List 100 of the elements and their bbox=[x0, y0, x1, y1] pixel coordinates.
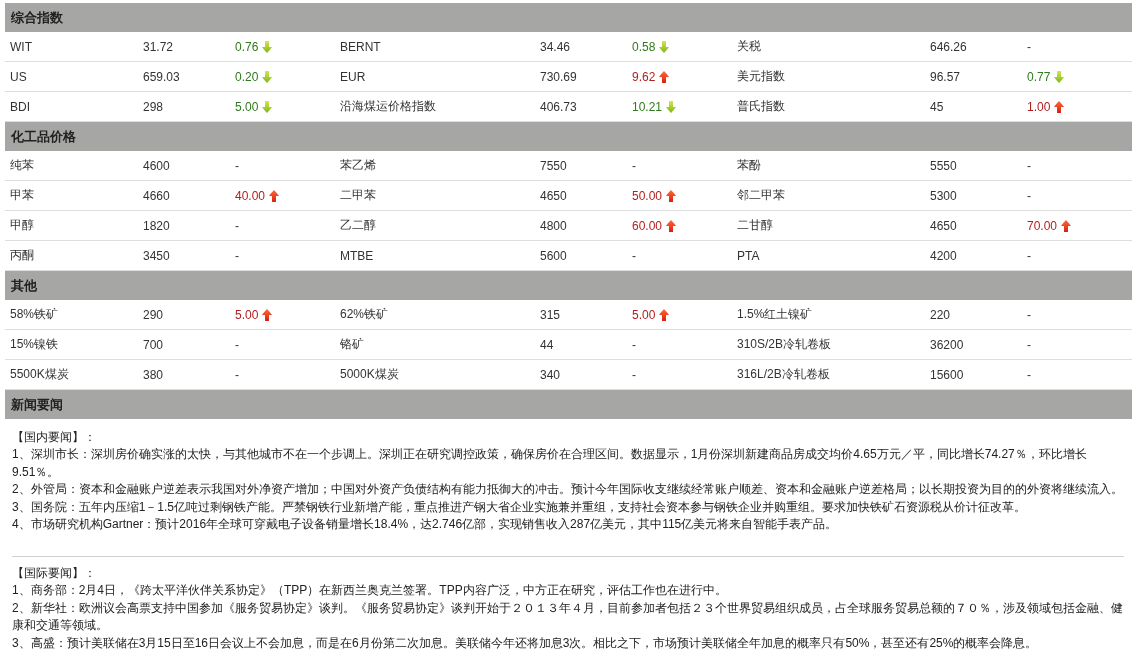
price-value: 36200 bbox=[930, 337, 964, 352]
item-name: 5500K煤炭 bbox=[10, 366, 69, 383]
item-name: US bbox=[10, 69, 27, 84]
item-name: 62%铁矿 bbox=[340, 306, 389, 323]
item-name: 5000K煤炭 bbox=[340, 366, 399, 383]
item-name: PTA bbox=[737, 248, 760, 263]
item-name: 苯乙烯 bbox=[340, 157, 376, 174]
price-value: 700 bbox=[143, 337, 164, 352]
item-name: BERNT bbox=[340, 39, 381, 54]
price-value: 5600 bbox=[540, 248, 567, 263]
news-item: 2、外管局：资本和金融账户逆差表示我国对外净资产增加；中国对外资产负债结构有能力抵御大的冲击。预计今年国际收支继续经常账户顺差、资本和金融账户逆差格局；以长期投资为目的的外资将继续流入。 bbox=[12, 481, 1124, 498]
change-value: 0.58 bbox=[632, 39, 656, 54]
item-name: 普氏指数 bbox=[737, 98, 785, 115]
price-value: 5550 bbox=[930, 158, 957, 173]
price-value: 315 bbox=[540, 307, 561, 322]
change-value: - bbox=[632, 248, 636, 263]
price-value: 31.72 bbox=[143, 39, 174, 54]
item-name: 甲苯 bbox=[10, 187, 34, 204]
change-value: 0.20 bbox=[235, 69, 259, 84]
item-name: BDI bbox=[10, 99, 30, 114]
change-value: - bbox=[235, 337, 239, 352]
item-name: 乙二醇 bbox=[340, 217, 376, 234]
news-item: 3、国务院：五年内压缩1－1.5亿吨过剩钢铁产能。严禁钢铁行业新增产能，重点推进产钢大省企业实施兼并重组，支持社会资本参与钢铁企业并购重组。要求加快铁矿石资源税从价计征改革。 bbox=[12, 498, 1028, 516]
price-value: 659.03 bbox=[143, 69, 180, 84]
change-value: - bbox=[632, 158, 636, 173]
price-value: 290 bbox=[143, 307, 164, 322]
item-name: 1.5%红土镍矿 bbox=[737, 306, 813, 323]
price-value: 340 bbox=[540, 367, 561, 382]
change-value: - bbox=[235, 218, 239, 233]
change-value: - bbox=[1027, 188, 1031, 203]
news-item: 3、高盛：预计美联储在3月15日至16日会议上不会加息，而是在6月份第二次加息。美联储今年还将加息3次。相比之下，市场预计美联储全年加息的概率只有50%，甚至还有25%的概率会降息。 bbox=[12, 634, 1039, 652]
section-header: 新闻要闻 bbox=[5, 390, 1132, 419]
item-name: 15%镍铁 bbox=[10, 336, 59, 353]
news-item: 4、市场研究机构Gartner：预计2016年全球可穿戴电子设备销量增长18.4%，达2.746亿部，实现销售收入287亿美元，其中115亿美元将来自智能手表产品。 bbox=[12, 516, 839, 533]
price-value: 4660 bbox=[143, 188, 170, 203]
change-value: - bbox=[1027, 307, 1031, 322]
item-name: 310S/2B冷轧卷板 bbox=[737, 336, 832, 353]
change-value: 70.00 bbox=[1027, 218, 1058, 233]
change-value: 10.21 bbox=[632, 99, 663, 114]
item-name: 关税 bbox=[737, 38, 761, 55]
change-value: - bbox=[1027, 158, 1031, 173]
news-heading: 【国内要闻】： bbox=[12, 428, 97, 446]
price-value: 15600 bbox=[930, 367, 964, 382]
change-value: - bbox=[235, 248, 239, 263]
item-name: 铬矿 bbox=[340, 336, 364, 353]
item-name: 二甘醇 bbox=[737, 217, 773, 234]
price-value: 646.26 bbox=[930, 39, 967, 54]
change-value: 5.00 bbox=[632, 307, 656, 322]
item-name: 58%铁矿 bbox=[10, 306, 59, 323]
change-value: 9.62 bbox=[632, 69, 656, 84]
change-value: 40.00 bbox=[235, 188, 266, 203]
change-value: 0.77 bbox=[1027, 69, 1051, 84]
item-name: 苯酚 bbox=[737, 157, 761, 174]
section-header: 综合指数 bbox=[5, 3, 1132, 32]
news-item: 1、深圳市长：深圳房价确实涨的太快，与其他城市不在一个步调上。深圳正在研究调控政策，确保房价在合理区间。数据显示，1月份深圳新建商品房成交均价4.65万元／平，同比增长74.27％，环比增长9.51％。 bbox=[12, 446, 1088, 481]
item-name: 纯苯 bbox=[10, 157, 34, 174]
change-value: 5.00 bbox=[235, 99, 259, 114]
news-item: 1、商务部：2月4日，《跨太平洋伙伴关系协定》（TPP）在新西兰奥克兰签署。TPP内容广泛，中方正在研究，评估工作也在进行中。 bbox=[12, 582, 728, 599]
price-value: 1820 bbox=[143, 218, 170, 233]
price-value: 380 bbox=[143, 367, 164, 382]
change-value: - bbox=[632, 337, 636, 352]
change-value: 1.00 bbox=[1027, 99, 1051, 114]
price-value: 7550 bbox=[540, 158, 567, 173]
price-value: 44 bbox=[540, 337, 554, 352]
price-value: 4800 bbox=[540, 218, 567, 233]
change-value: 60.00 bbox=[632, 218, 663, 233]
item-name: 甲醇 bbox=[10, 217, 34, 234]
item-name: EUR bbox=[340, 69, 366, 84]
price-value: 4650 bbox=[930, 218, 957, 233]
price-value: 34.46 bbox=[540, 39, 571, 54]
price-value: 4600 bbox=[143, 158, 170, 173]
news-item: 2、新华社：欧洲议会高票支持中国参加《服务贸易协定》谈判。《服务贸易协定》谈判开始于２０１３年４月，目前参加者包括２３个世界贸易组织成员，占全球服务贸易总额的７０％，涉及领域包括金融、健康和交通等领域。 bbox=[12, 599, 1124, 634]
price-value: 5300 bbox=[930, 188, 957, 203]
change-value: - bbox=[1027, 337, 1031, 352]
item-name: 沿海煤运价格指数 bbox=[340, 98, 436, 115]
price-value: 4650 bbox=[540, 188, 567, 203]
change-value: - bbox=[1027, 39, 1031, 54]
item-name: 美元指数 bbox=[737, 68, 785, 85]
price-value: 3450 bbox=[143, 248, 170, 263]
price-value: 298 bbox=[143, 99, 164, 114]
price-value: 45 bbox=[930, 99, 944, 114]
change-value: 5.00 bbox=[235, 307, 259, 322]
change-value: - bbox=[235, 158, 239, 173]
price-value: 730.69 bbox=[540, 69, 577, 84]
item-name: MTBE bbox=[340, 248, 374, 263]
change-value: - bbox=[1027, 248, 1031, 263]
change-value: - bbox=[1027, 367, 1031, 382]
change-value: 50.00 bbox=[632, 188, 663, 203]
change-value: - bbox=[632, 367, 636, 382]
item-name: 丙酮 bbox=[10, 247, 34, 264]
price-value: 406.73 bbox=[540, 99, 577, 114]
news-heading: 【国际要闻】： bbox=[12, 564, 97, 582]
price-value: 220 bbox=[930, 307, 951, 322]
item-name: WIT bbox=[10, 39, 32, 54]
section-header: 化工品价格 bbox=[5, 122, 1132, 151]
item-name: 316L/2B冷轧卷板 bbox=[737, 366, 830, 383]
section-header: 其他 bbox=[5, 271, 1132, 300]
item-name: 二甲苯 bbox=[340, 187, 376, 204]
change-value: - bbox=[235, 367, 239, 382]
change-value: 0.76 bbox=[235, 39, 259, 54]
